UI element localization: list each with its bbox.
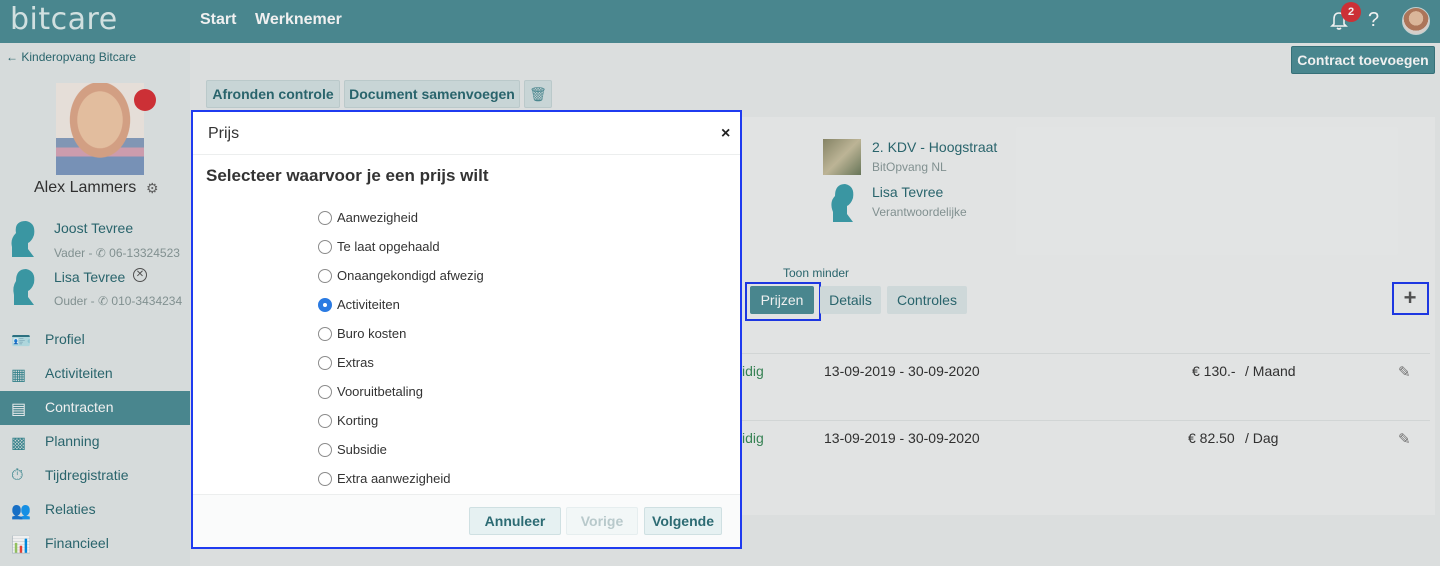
- radio-button[interactable]: [318, 472, 332, 486]
- previous-button[interactable]: Vorige: [566, 507, 638, 535]
- option-label: Te laat opgehaald: [337, 239, 440, 254]
- radio-button[interactable]: [318, 240, 332, 254]
- dialog-title: Prijs: [208, 125, 240, 142]
- option-label: Activiteiten: [337, 297, 400, 312]
- radio-button[interactable]: [318, 356, 332, 370]
- radio-button[interactable]: [318, 385, 332, 399]
- price-dialog: Prijs × Selecteer waarvoor je een prijs …: [191, 110, 742, 549]
- close-icon[interactable]: ×: [721, 125, 730, 143]
- radio-button[interactable]: [318, 414, 332, 428]
- option-label: Subsidie: [337, 442, 387, 457]
- option-label: Vooruitbetaling: [337, 384, 424, 399]
- option-label: Extra aanwezigheid: [337, 471, 451, 486]
- radio-button[interactable]: [318, 327, 332, 341]
- option-label: Aanwezigheid: [337, 210, 418, 225]
- radio-button-checked[interactable]: [318, 298, 332, 312]
- divider: [193, 154, 740, 155]
- option-label: Onaangekondigd afwezig: [337, 268, 484, 283]
- option-label: Buro kosten: [337, 326, 407, 341]
- option-label: Korting: [337, 413, 379, 428]
- cancel-button[interactable]: Annuleer: [469, 507, 561, 535]
- option-label: Extras: [337, 355, 374, 370]
- dialog-heading: Selecteer waarvoor je een prijs wilt: [206, 166, 489, 185]
- next-button[interactable]: Volgende: [644, 507, 722, 535]
- radio-button[interactable]: [318, 443, 332, 457]
- radio-button[interactable]: [318, 269, 332, 283]
- radio-button[interactable]: [318, 211, 332, 225]
